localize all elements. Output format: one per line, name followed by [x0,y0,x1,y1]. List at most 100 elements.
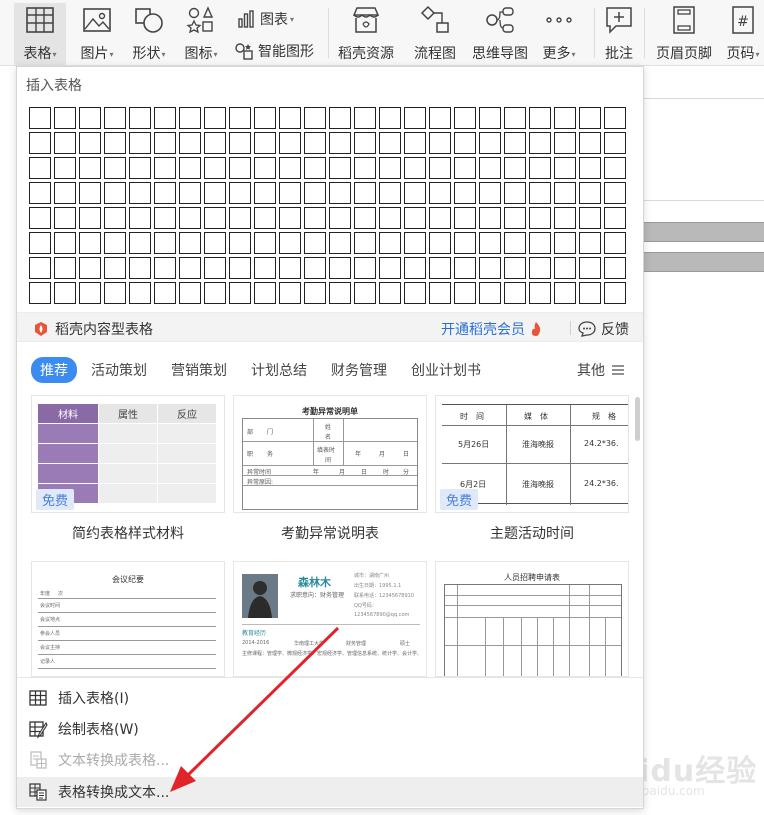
grid-cell[interactable] [154,257,176,279]
chart-button[interactable]: 图表 ▾ [236,9,294,29]
grid-cell[interactable] [454,207,476,229]
grid-cell[interactable] [54,282,76,304]
grid-cell[interactable] [329,232,351,254]
grid-cell[interactable] [479,157,501,179]
template-card[interactable]: 考勤异常说明单 部 门 姓 名 职 务 填表时 间 年 月 日 异常时间 年 月… [233,395,427,513]
grid-cell[interactable] [129,157,151,179]
grid-cell[interactable] [154,132,176,154]
grid-cell[interactable] [529,257,551,279]
template-name[interactable]: 简约表格样式材料 [31,523,225,543]
grid-cell[interactable] [254,132,276,154]
grid-cell[interactable] [329,207,351,229]
grid-cell[interactable] [279,257,301,279]
grid-cell[interactable] [429,207,451,229]
grid-cell[interactable] [354,107,376,129]
grid-cell[interactable] [204,107,226,129]
grid-cell[interactable] [454,232,476,254]
grid-cell[interactable] [404,157,426,179]
grid-cell[interactable] [404,257,426,279]
grid-cell[interactable] [529,157,551,179]
grid-cell[interactable] [104,157,126,179]
grid-cell[interactable] [604,157,626,179]
grid-cell[interactable] [254,157,276,179]
shape-button[interactable]: 形状▾ [132,3,166,63]
grid-cell[interactable] [104,132,126,154]
grid-cell[interactable] [229,157,251,179]
grid-cell[interactable] [154,157,176,179]
icon-button[interactable]: 图标▾ [184,3,218,63]
table-size-grid[interactable] [29,107,626,304]
grid-cell[interactable] [429,157,451,179]
table-to-text-menu-item[interactable]: 表格转换成文本... [17,777,643,807]
grid-cell[interactable] [304,157,326,179]
grid-cell[interactable] [129,232,151,254]
grid-cell[interactable] [129,132,151,154]
grid-cell[interactable] [379,107,401,129]
grid-cell[interactable] [304,207,326,229]
grid-cell[interactable] [454,107,476,129]
grid-cell[interactable] [79,182,101,204]
grid-cell[interactable] [154,207,176,229]
grid-cell[interactable] [104,282,126,304]
grid-cell[interactable] [529,232,551,254]
grid-cell[interactable] [554,257,576,279]
grid-cell[interactable] [54,132,76,154]
more-button[interactable]: 更多▾ [542,3,576,63]
grid-cell[interactable] [579,107,601,129]
grid-cell[interactable] [54,207,76,229]
grid-cell[interactable] [429,257,451,279]
grid-cell[interactable] [354,257,376,279]
grid-cell[interactable] [529,107,551,129]
grid-cell[interactable] [504,182,526,204]
grid-cell[interactable] [529,132,551,154]
grid-cell[interactable] [579,132,601,154]
grid-cell[interactable] [404,207,426,229]
grid-cell[interactable] [579,257,601,279]
grid-cell[interactable] [604,182,626,204]
grid-cell[interactable] [229,282,251,304]
grid-cell[interactable] [254,182,276,204]
grid-cell[interactable] [279,182,301,204]
docer-resources-button[interactable]: 稻壳资源 [338,3,394,63]
grid-cell[interactable] [354,132,376,154]
grid-cell[interactable] [579,207,601,229]
grid-cell[interactable] [54,257,76,279]
template-name[interactable]: 主题活动时间 [435,523,629,543]
grid-cell[interactable] [129,282,151,304]
grid-cell[interactable] [504,232,526,254]
template-card[interactable]: 材料 属性 反应 免费 [31,395,225,513]
grid-cell[interactable] [379,232,401,254]
grid-cell[interactable] [429,107,451,129]
template-card[interactable]: 人员招聘申请表 [435,561,629,677]
mindmap-button[interactable]: 思维导图 [472,3,528,63]
grid-cell[interactable] [329,282,351,304]
grid-cell[interactable] [254,207,276,229]
grid-cell[interactable] [104,232,126,254]
grid-cell[interactable] [579,157,601,179]
grid-cell[interactable] [279,132,301,154]
grid-cell[interactable] [429,132,451,154]
grid-cell[interactable] [604,282,626,304]
template-card[interactable]: 时 间 媒 体 规 格 5月26日 淮海晚报 24.2*36. 6月2日 淮海晚… [435,395,629,513]
grid-cell[interactable] [29,107,51,129]
grid-cell[interactable] [79,257,101,279]
grid-cell[interactable] [329,257,351,279]
grid-cell[interactable] [479,107,501,129]
grid-cell[interactable] [129,207,151,229]
grid-cell[interactable] [54,107,76,129]
grid-cell[interactable] [454,157,476,179]
grid-cell[interactable] [354,282,376,304]
grid-cell[interactable] [579,232,601,254]
text-to-table-menu-item[interactable]: 文本转换成表格... [17,745,643,775]
smart-shape-button[interactable]: 智能图形 [234,41,314,61]
grid-cell[interactable] [229,107,251,129]
grid-cell[interactable] [404,132,426,154]
grid-cell[interactable] [554,107,576,129]
grid-cell[interactable] [579,282,601,304]
grid-cell[interactable] [604,257,626,279]
grid-cell[interactable] [404,232,426,254]
grid-cell[interactable] [479,182,501,204]
grid-cell[interactable] [554,232,576,254]
grid-cell[interactable] [229,132,251,154]
grid-cell[interactable] [79,232,101,254]
